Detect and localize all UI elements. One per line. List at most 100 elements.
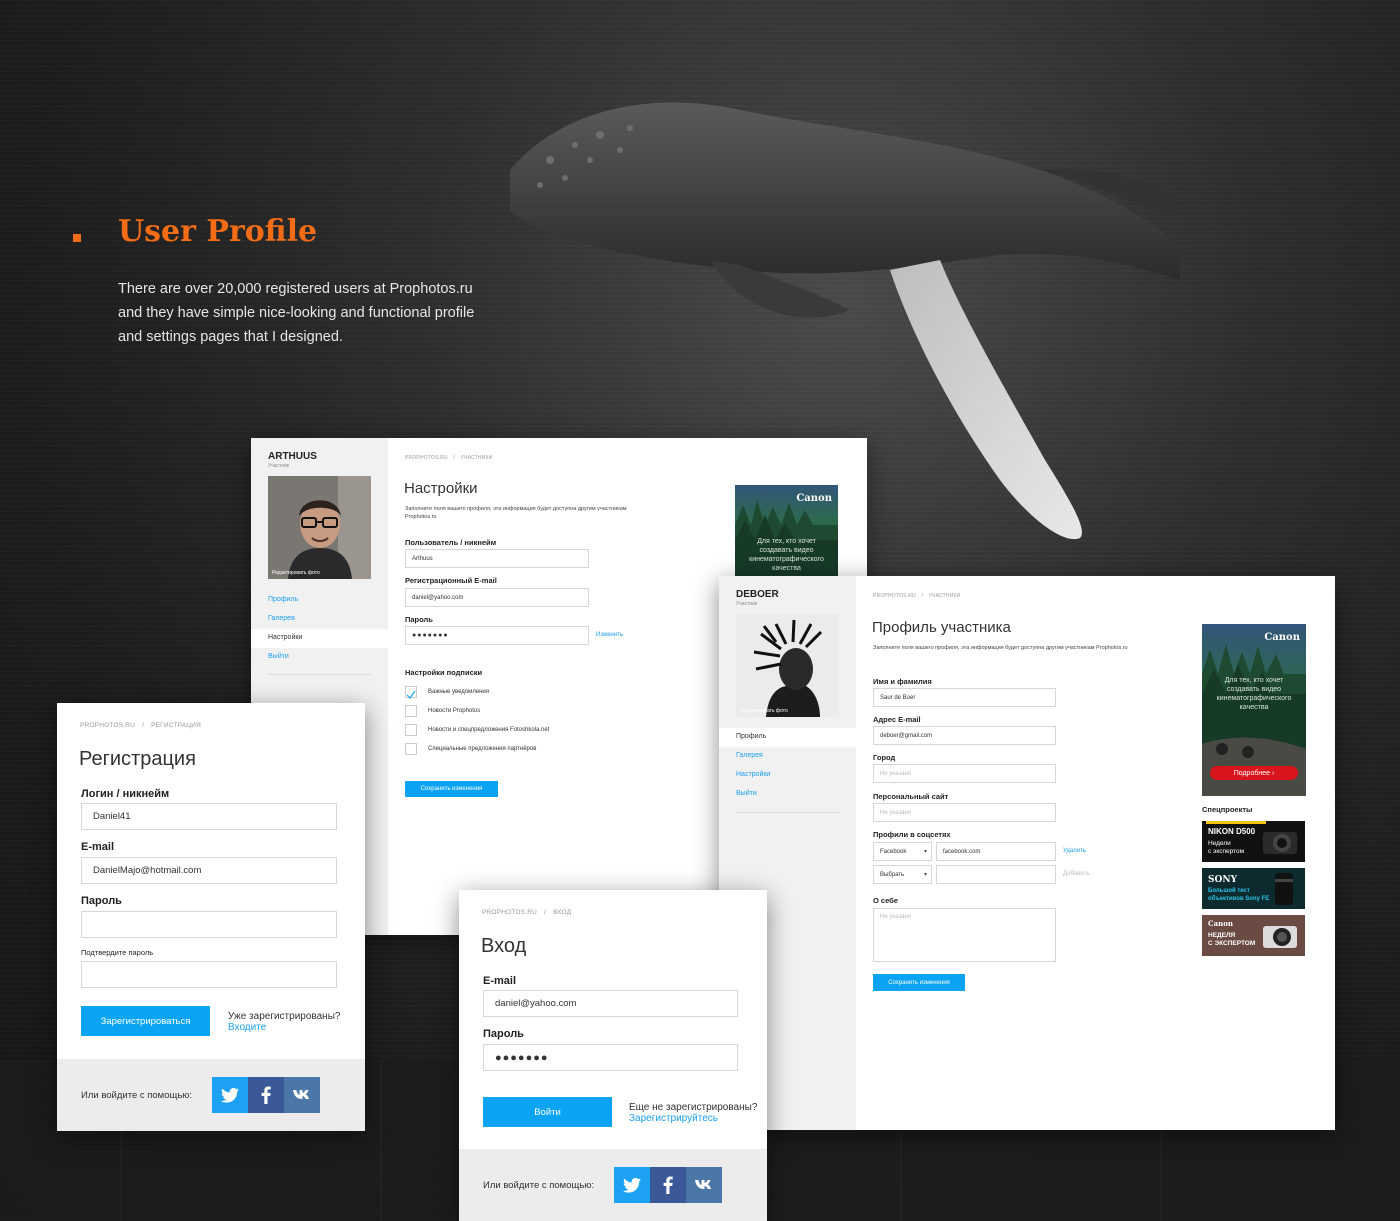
sidebar-role: Участник — [268, 463, 290, 469]
website-field[interactable]: Не указано — [873, 803, 1056, 822]
special-line: SONY — [1208, 875, 1237, 885]
social-network-select[interactable]: Выбрать — [873, 865, 932, 884]
vk-login-button[interactable] — [686, 1167, 722, 1203]
sidebar-item-profile[interactable]: Профиль — [268, 596, 298, 603]
sidebar-item-gallery[interactable]: Галерея — [736, 752, 763, 759]
register-button[interactable]: Зарегистрироваться — [81, 1006, 210, 1036]
lens-icon — [1275, 873, 1293, 905]
avatar[interactable]: Редактировать фото — [268, 476, 371, 579]
breadcrumb-separator: / — [921, 593, 924, 599]
email-field[interactable]: deboer@gmail.com — [873, 726, 1056, 745]
twitter-login-button[interactable] — [212, 1077, 248, 1113]
facebook-login-button[interactable] — [650, 1167, 686, 1203]
breadcrumb-home[interactable]: PROPHOTOS.RU — [405, 455, 448, 461]
checkbox-fotoshkola-news[interactable] — [405, 724, 417, 736]
facebook-icon — [663, 1176, 673, 1194]
hero-line: There are over 20,000 registered users a… — [118, 281, 473, 297]
save-button[interactable]: Сохранить изменения — [405, 781, 498, 797]
breadcrumb-separator: / — [142, 722, 145, 729]
username-field[interactable]: Arthuus — [405, 549, 589, 568]
sidebar-item-settings[interactable]: Настройки — [251, 629, 388, 648]
page-title: Вход — [481, 935, 527, 957]
add-social-link[interactable]: Добавить — [1063, 871, 1090, 877]
ad-more-button[interactable]: Подробнее › — [1210, 766, 1298, 780]
checkbox-label: Специальные предложения партнёров — [428, 746, 537, 752]
email-field[interactable]: daniel@yahoo.com — [405, 588, 589, 607]
checkbox-important[interactable] — [405, 686, 417, 699]
special-sony[interactable]: SONY Большой тест объективов Sony FE — [1202, 868, 1305, 909]
login-page-mockup: PROPHOTOS.RU / ВХОД Вход E-mail daniel@y… — [459, 890, 767, 1221]
ad-line: кинематографического — [749, 556, 824, 563]
sidebar-item-settings[interactable]: Настройки — [736, 771, 770, 778]
facebook-icon — [261, 1086, 271, 1104]
password-field[interactable] — [81, 911, 337, 938]
name-field[interactable]: Saur de Boer — [873, 688, 1056, 707]
city-label: Город — [873, 753, 896, 762]
remove-social-link[interactable]: Удалить — [1063, 848, 1086, 854]
password-field[interactable]: ●●●●●●● — [405, 626, 589, 645]
profile-page-mockup: DEBOER Участник Редактировать фото Профи… — [719, 576, 1335, 1130]
special-line: НЕДЕЛЯ — [1208, 932, 1236, 939]
special-line: Недели — [1208, 840, 1231, 847]
register-link[interactable]: Зарегистрируйтесь — [629, 1113, 718, 1124]
page-title: Профиль участника — [872, 619, 1011, 636]
email-field[interactable]: daniel@yahoo.com — [483, 990, 738, 1017]
breadcrumb-current[interactable]: РЕГИСТРАЦИЯ — [151, 722, 201, 729]
facebook-login-button[interactable] — [248, 1077, 284, 1113]
about-textarea[interactable]: Не указано — [873, 908, 1056, 962]
avatar[interactable]: Редактировать фото — [736, 614, 839, 717]
sidebar-item-gallery[interactable]: Галерея — [268, 615, 295, 622]
email-label: Регистрационный E-mail — [405, 576, 497, 585]
social-url-field[interactable]: facebook.com — [936, 842, 1056, 861]
breadcrumb-home[interactable]: PROPHOTOS.RU — [873, 593, 916, 599]
change-password-link[interactable]: Изменить — [596, 632, 623, 638]
camera-icon — [1263, 926, 1297, 948]
canon-ad-banner[interactable]: Canon Для тех, кто хочет создавать видео… — [735, 485, 838, 580]
checkbox-prophotos-news[interactable] — [405, 705, 417, 717]
breadcrumb: PROPHOTOS.RU / РЕГИСТРАЦИЯ — [80, 722, 201, 729]
checkbox-label: Новости и спецпредложения Fotoshkola.net — [428, 727, 550, 733]
special-nikon[interactable]: NIKON D500 Недели с экспертом — [1202, 821, 1305, 862]
email-field[interactable]: DanielMajo@hotmail.com — [81, 857, 337, 884]
sidebar-item-profile[interactable]: Профиль — [719, 728, 856, 747]
breadcrumb-current[interactable]: УЧАСТНИКИ — [929, 593, 961, 599]
password-label: Пароль — [81, 895, 122, 907]
sidebar-divider — [736, 812, 839, 813]
city-field[interactable]: Не указано — [873, 764, 1056, 783]
breadcrumb-current[interactable]: ВХОД — [553, 909, 571, 916]
ad-line: Для тех, кто хочет — [757, 538, 816, 545]
breadcrumb-home[interactable]: PROPHOTOS.RU — [482, 909, 537, 916]
social-login-bar: Или войдите с помощью: — [57, 1059, 365, 1131]
breadcrumb-separator: / — [544, 909, 547, 916]
vk-icon — [695, 1180, 711, 1189]
sidebar-item-logout[interactable]: Выйти — [268, 653, 289, 660]
sidebar-item-logout[interactable]: Выйти — [736, 790, 757, 797]
twitter-icon — [623, 1177, 641, 1193]
twitter-login-button[interactable] — [614, 1167, 650, 1203]
special-canon[interactable]: Canon НЕДЕЛЯ С ЭКСПЕРТОМ — [1202, 915, 1305, 956]
vk-login-button[interactable] — [284, 1077, 320, 1113]
checkbox-partner-offers[interactable] — [405, 743, 417, 755]
email-label: E-mail — [81, 841, 115, 853]
password-field[interactable]: ●●●●●●● — [483, 1044, 738, 1071]
login-button[interactable]: Войти — [483, 1097, 612, 1127]
breadcrumb-home[interactable]: PROPHOTOS.RU — [80, 722, 135, 729]
sidebar-username: DEBOER — [736, 589, 779, 600]
ad-brand: Canon — [796, 493, 832, 504]
social-network-select[interactable]: Facebook — [873, 842, 932, 861]
confirm-password-field[interactable] — [81, 961, 337, 988]
save-button[interactable]: Сохранить изменения — [873, 974, 965, 991]
login-field[interactable]: Daniel41 — [81, 803, 337, 830]
special-line: объективов Sony FE — [1208, 896, 1270, 902]
breadcrumb-current[interactable]: УЧАСТНИКИ — [461, 455, 493, 461]
login-link[interactable]: Входите — [228, 1022, 266, 1033]
special-line: NIKON D500 — [1208, 827, 1256, 836]
social-login-bar: Или войдите с помощью: — [459, 1149, 767, 1221]
ad-line: создавать видео — [1226, 686, 1282, 693]
breadcrumb: PROPHOTOS.RU / ВХОД — [482, 909, 571, 916]
ad-text: Для тех, кто хочет создавать видео кинем… — [1202, 676, 1306, 712]
social-url-field[interactable] — [936, 865, 1056, 884]
checkbox-label: Новости Prophotos — [428, 708, 481, 714]
ad-brand: Canon — [1264, 632, 1300, 643]
canon-ad-banner[interactable]: Canon Для тех, кто хочет создавать видео… — [1202, 624, 1306, 796]
